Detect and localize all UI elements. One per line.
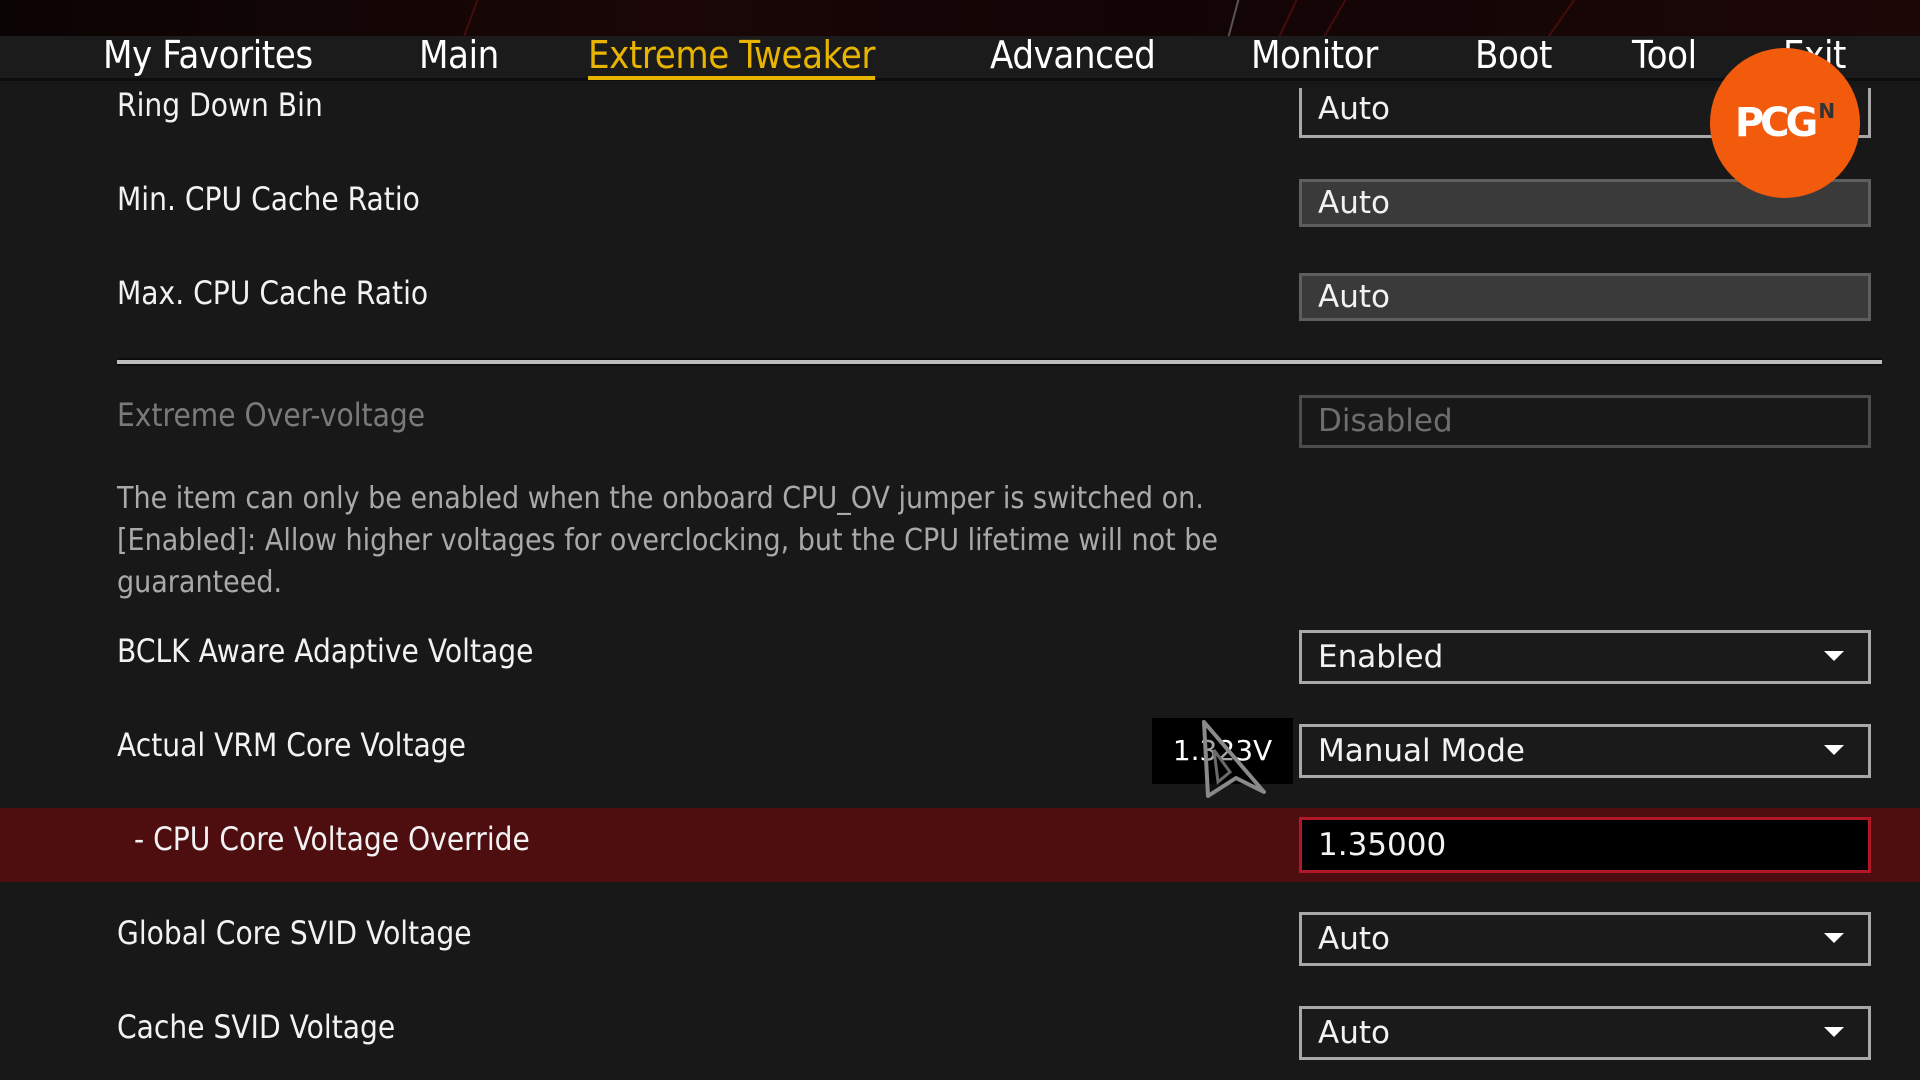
decorative-streak bbox=[1274, 0, 1302, 36]
tab-my-favorites[interactable]: My Favorites bbox=[103, 36, 313, 78]
decorative-streak bbox=[1224, 0, 1242, 36]
section-divider bbox=[117, 360, 1882, 364]
pcgn-watermark-logo: PCG N bbox=[1710, 48, 1860, 198]
chevron-down-icon bbox=[1824, 745, 1844, 755]
tab-advanced[interactable]: Advanced bbox=[990, 36, 1156, 78]
logo-text: PCG bbox=[1734, 100, 1818, 146]
min-cpu-cache-ratio-value: Auto bbox=[1318, 185, 1390, 221]
decorative-streak bbox=[459, 0, 482, 36]
tab-monitor[interactable]: Monitor bbox=[1251, 36, 1378, 78]
chevron-down-icon bbox=[1824, 651, 1844, 661]
actual-vrm-core-voltage-label: Actual VRM Core Voltage bbox=[117, 726, 467, 764]
actual-vrm-core-voltage-dropdown[interactable]: Manual Mode bbox=[1299, 724, 1871, 778]
cpu-core-voltage-override-value: 1.35000 bbox=[1318, 827, 1447, 863]
global-core-svid-voltage-label: Global Core SVID Voltage bbox=[117, 914, 472, 952]
tab-tool[interactable]: Tool bbox=[1632, 36, 1697, 78]
bclk-aware-adaptive-voltage-dropdown[interactable]: Enabled bbox=[1299, 630, 1871, 684]
help-line-2: [Enabled]: Allow higher voltages for ove… bbox=[117, 523, 1219, 558]
extreme-over-voltage-label: Extreme Over-voltage bbox=[117, 396, 426, 434]
decorative-streak bbox=[1545, 0, 1582, 36]
global-core-svid-voltage-dropdown[interactable]: Auto bbox=[1299, 912, 1871, 966]
max-cpu-cache-ratio-value: Auto bbox=[1318, 279, 1390, 315]
cache-svid-voltage-label: Cache SVID Voltage bbox=[117, 1008, 396, 1046]
logo-superscript: N bbox=[1818, 99, 1836, 123]
chevron-down-icon bbox=[1824, 1027, 1844, 1037]
tab-boot[interactable]: Boot bbox=[1475, 36, 1552, 78]
cpu-core-voltage-override-label: - CPU Core Voltage Override bbox=[134, 820, 530, 858]
cache-svid-voltage-dropdown[interactable]: Auto bbox=[1299, 1006, 1871, 1060]
cache-svid-voltage-value: Auto bbox=[1318, 1015, 1390, 1051]
max-cpu-cache-ratio-label: Max. CPU Cache Ratio bbox=[117, 274, 429, 312]
header-background bbox=[0, 0, 1920, 36]
extreme-over-voltage-field: Disabled bbox=[1299, 395, 1871, 448]
help-line-1: The item can only be enabled when the on… bbox=[117, 481, 1204, 516]
tab-main[interactable]: Main bbox=[419, 36, 499, 78]
global-core-svid-voltage-value: Auto bbox=[1318, 921, 1390, 957]
extreme-over-voltage-value: Disabled bbox=[1318, 403, 1453, 439]
bclk-aware-adaptive-voltage-label: BCLK Aware Adaptive Voltage bbox=[117, 632, 534, 670]
ring-down-bin-value: Auto bbox=[1318, 91, 1390, 127]
cpu-core-voltage-override-input[interactable]: 1.35000 bbox=[1299, 817, 1871, 873]
decorative-streak bbox=[1320, 0, 1352, 36]
min-cpu-cache-ratio-label: Min. CPU Cache Ratio bbox=[117, 180, 420, 218]
help-line-3: guaranteed. bbox=[117, 565, 283, 600]
actual-vrm-core-voltage-value: Manual Mode bbox=[1318, 733, 1525, 769]
mouse-cursor-icon bbox=[1202, 720, 1266, 798]
main-menu-bar: My Favorites Main Extreme Tweaker Advanc… bbox=[0, 36, 1920, 81]
chevron-down-icon bbox=[1824, 933, 1844, 943]
help-description: The item can only be enabled when the on… bbox=[117, 478, 1287, 604]
ring-down-bin-label: Ring Down Bin bbox=[117, 86, 323, 124]
max-cpu-cache-ratio-field[interactable]: Auto bbox=[1299, 273, 1871, 321]
tab-extreme-tweaker[interactable]: Extreme Tweaker bbox=[588, 36, 875, 80]
bclk-aware-adaptive-voltage-value: Enabled bbox=[1318, 639, 1444, 675]
